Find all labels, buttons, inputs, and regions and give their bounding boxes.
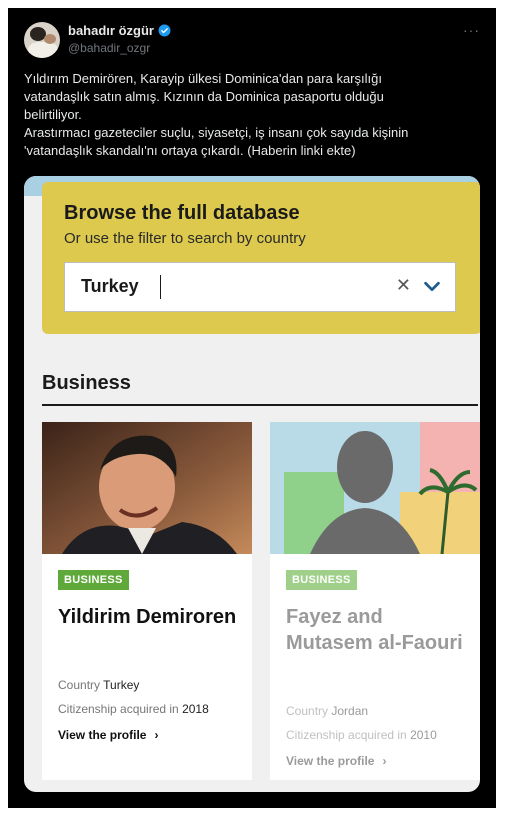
view-profile-label: View the profile [58,728,147,742]
profile-name[interactable]: Fayez and Mutasem al-Faouri [286,604,466,656]
tweet-media-image[interactable]: Browse the full database Or use the filt… [24,176,480,792]
chevron-right-icon: › [382,754,387,768]
view-profile-link[interactable]: View the profile › [286,754,386,768]
section-divider [42,404,478,406]
country-value: Jordan [331,704,369,718]
profile-card[interactable]: BUSINESS Yildirim Demiroren Country Turk… [42,422,252,780]
citizenship-label: Citizenship acquired in [286,728,407,742]
citizenship-year: 2010 [410,728,437,742]
profile-name[interactable]: Yildirim Demiroren [58,604,238,630]
profile-card[interactable]: BUSINESS Fayez and Mutasem al-Faouri Cou… [270,422,480,780]
close-icon[interactable]: ✕ [396,275,411,296]
country-filter-input[interactable]: Turkey ✕ [64,262,456,312]
country-row: Country Turkey [58,678,139,692]
citizenship-row: Citizenship acquired in 2018 [58,702,209,716]
chevron-down-icon[interactable] [421,275,443,297]
database-title: Browse the full database [64,202,300,224]
avatar[interactable] [24,22,60,58]
tweet-text: Yıldırım Demirören, Karayip ülkesi Domin… [24,70,484,160]
section-title: Business [42,372,131,394]
tweet-text-line: 'vatandaşlık skandalı'nı ortaya çıkardı.… [24,143,356,158]
author-handle[interactable]: @bahadir_ozgr [68,41,150,55]
tweet-text-line: belirtiliyor. [24,107,82,122]
view-profile-label: View the profile [286,754,375,768]
verified-badge-icon [158,24,171,37]
profile-photo [42,422,252,554]
country-filter-value: Turkey [81,276,139,296]
tweet: bahadır özgür @bahadir_ozgr ··· Yıldırım… [8,8,496,808]
category-badge: BUSINESS [286,570,357,590]
view-profile-link[interactable]: View the profile › [58,728,158,742]
country-value: Turkey [103,678,140,692]
tweet-text-line: Yıldırım Demirören, Karayip ülkesi Domin… [24,71,382,86]
citizenship-row: Citizenship acquired in 2010 [286,728,437,742]
profile-photo [270,422,480,554]
country-label: Country [58,678,101,692]
citizenship-year: 2018 [182,702,209,716]
more-options-icon[interactable]: ··· [463,22,480,38]
citizenship-label: Citizenship acquired in [58,702,179,716]
author-name[interactable]: bahadır özgür [68,23,154,38]
tweet-text-line: vatandaşlık satın almış. Kızının da Domi… [24,89,384,104]
tweet-text-line: Arastırmacı gazeteciler suçlu, siyasetçi… [24,125,409,140]
category-badge: BUSINESS [58,570,129,590]
text-caret [160,275,161,299]
author-row: bahadır özgür [68,23,171,38]
database-search-panel: Browse the full database Or use the filt… [42,182,480,334]
country-row: Country Jordan [286,704,368,718]
database-subtitle: Or use the filter to search by country [64,230,306,247]
country-label: Country [286,704,329,718]
chevron-right-icon: › [154,728,159,742]
